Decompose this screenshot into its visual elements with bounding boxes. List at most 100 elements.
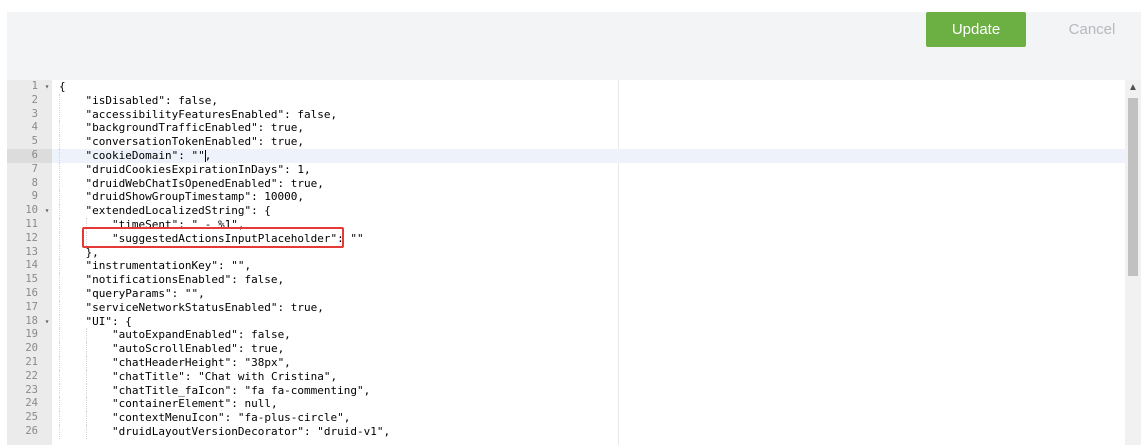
code-text[interactable]: "chatTitle": "Chat with Cristina", <box>112 370 337 384</box>
code-text[interactable]: "UI": { <box>86 315 132 329</box>
code-text[interactable]: "chatTitle_faIcon": "fa fa-commenting", <box>112 384 370 398</box>
line-number: 20 <box>25 342 38 355</box>
code-text[interactable]: "druidWebChatIsOpenedEnabled": true, <box>86 177 324 191</box>
code-text[interactable]: "queryParams": "", <box>86 287 205 301</box>
code-line[interactable]: 18 ▾ "UI": { <box>7 314 1125 329</box>
code-line[interactable]: 7 "druidCookiesExpirationInDays": 1, <box>7 162 1125 177</box>
code-line[interactable]: 19 "autoExpandEnabled": false, <box>7 328 1125 343</box>
code-line[interactable]: 15 "notificationsEnabled": false, <box>7 273 1125 287</box>
fold-toggle-icon[interactable]: ▾ <box>42 315 52 329</box>
line-number: 9 <box>31 190 38 203</box>
code-text[interactable]: "notificationsEnabled": false, <box>86 273 285 287</box>
line-number: 22 <box>25 369 38 382</box>
line-number: 3 <box>31 107 38 120</box>
code-text[interactable]: { <box>59 80 66 94</box>
line-number: 13 <box>25 245 38 258</box>
indent-guide <box>59 383 60 398</box>
update-button[interactable]: Update <box>926 12 1026 47</box>
code-text[interactable]: "autoExpandEnabled": false, <box>112 328 291 342</box>
code-text[interactable]: "containerElement": null, <box>112 397 278 411</box>
code-text[interactable]: "timeSent": " - %1", <box>112 218 244 232</box>
code-text[interactable]: "instrumentationKey": "", <box>86 259 252 273</box>
vertical-scrollbar[interactable]: ▲ <box>1125 80 1141 445</box>
code-text[interactable]: "druidCookiesExpirationInDays": 1, <box>86 163 311 177</box>
code-line[interactable]: 12 "suggestedActionsInputPlaceholder": "" <box>7 231 1125 246</box>
code-text[interactable]: "chatHeaderHeight": "38px", <box>112 356 291 370</box>
code-line[interactable]: 26 "druidLayoutVersionDecorator": "druid-… <box>7 424 1125 439</box>
code-line[interactable]: 25 "contextMenuIcon": "fa-plus-circle", <box>7 411 1125 425</box>
code-line[interactable]: 17 "serviceNetworkStatusEnabled": true, <box>7 300 1125 315</box>
code-line[interactable]: 24 "containerElement": null, <box>7 397 1125 412</box>
code-line[interactable]: 3 "accessibilityFeaturesEnabled": false, <box>7 107 1125 122</box>
code-line[interactable]: 6 "cookieDomain": "", <box>7 148 1125 163</box>
line-number: 15 <box>25 273 38 286</box>
code-text[interactable]: "cookieDomain": "", <box>86 149 212 163</box>
code-line[interactable]: 1 ▾{ <box>7 80 1125 94</box>
indent-guide <box>85 328 87 343</box>
code-line[interactable]: 10 ▾ "extendedLocalizedString": { <box>7 204 1125 218</box>
code-line[interactable]: 2 "isDisabled": false, <box>7 93 1125 108</box>
indent-guide <box>59 245 60 260</box>
code-line[interactable]: 22 "chatTitle": "Chat with Cristina", <box>7 369 1125 384</box>
indent-guide <box>59 286 60 301</box>
indent-guide <box>59 259 60 274</box>
line-number: 26 <box>25 424 38 437</box>
indent-guide <box>59 204 60 218</box>
indent-guide <box>59 135 60 149</box>
indent-guide <box>59 342 60 356</box>
code-line[interactable]: 9 "druidShowGroupTimestamp": 10000, <box>7 190 1125 205</box>
code-text[interactable]: "backgroundTrafficEnabled": true, <box>86 121 305 135</box>
indent-guide <box>59 176 60 191</box>
line-number: 8 <box>31 176 38 189</box>
indent-guide <box>59 162 60 177</box>
code-lines[interactable]: 1 ▾{2 "isDisabled": false, 3 "accessibilityF… <box>7 80 1125 439</box>
scrollbar-thumb[interactable] <box>1128 98 1138 276</box>
scroll-up-arrow-icon[interactable]: ▲ <box>1125 80 1141 96</box>
code-line[interactable]: 4 "backgroundTrafficEnabled": true, <box>7 121 1125 136</box>
code-line[interactable]: 5 "conversationTokenEnabled": true, <box>7 135 1125 149</box>
code-text[interactable]: "contextMenuIcon": "fa-plus-circle", <box>112 411 350 425</box>
line-number: 12 <box>25 231 38 244</box>
code-text[interactable]: "druidShowGroupTimestamp": 10000, <box>86 190 305 204</box>
text-cursor <box>205 149 206 162</box>
indent-guide <box>59 397 60 412</box>
code-line[interactable]: 8 "druidWebChatIsOpenedEnabled": true, <box>7 176 1125 191</box>
code-text[interactable]: "isDisabled": false, <box>86 94 218 108</box>
code-line[interactable]: 21 "chatHeaderHeight": "38px", <box>7 355 1125 370</box>
indent-guide <box>59 424 60 439</box>
indent-guide <box>59 369 60 384</box>
code-line[interactable]: 11 "timeSent": " - %1", <box>7 217 1125 232</box>
code-text[interactable]: }, <box>86 246 99 260</box>
code-line[interactable]: 23 "chatTitle_faIcon": "fa fa-commenting"… <box>7 383 1125 398</box>
indent-guide <box>85 411 87 425</box>
indent-guide <box>59 300 60 315</box>
indent-guide <box>59 355 60 370</box>
indent-guide <box>85 217 87 232</box>
code-line[interactable]: 13}, <box>7 245 1125 260</box>
code-line[interactable]: 20 "autoScrollEnabled": true, <box>7 342 1125 356</box>
indent-guide <box>59 107 60 122</box>
json-code-editor[interactable]: 1 ▾{2 "isDisabled": false, 3 "accessibilityF… <box>7 80 1141 445</box>
indent-guide <box>59 231 60 246</box>
code-text[interactable]: "druidLayoutVersionDecorator": "druid-v1… <box>112 425 390 439</box>
code-text[interactable]: "accessibilityFeaturesEnabled": false, <box>86 108 338 122</box>
code-text[interactable]: "suggestedActionsInputPlaceholder": "" <box>112 232 364 246</box>
code-line[interactable]: 14 "instrumentationKey": "", <box>7 259 1125 274</box>
code-text[interactable]: "serviceNetworkStatusEnabled": true, <box>86 301 324 315</box>
indent-guide <box>85 342 87 356</box>
fold-toggle-icon[interactable]: ▾ <box>42 80 52 94</box>
line-number: 24 <box>25 397 38 410</box>
line-number: 5 <box>31 135 38 148</box>
indent-guide <box>59 148 60 163</box>
code-text[interactable]: "conversationTokenEnabled": true, <box>86 135 305 149</box>
code-text[interactable]: "autoScrollEnabled": true, <box>112 342 284 356</box>
line-number: 2 <box>31 93 38 106</box>
indent-guide <box>85 383 87 398</box>
indent-guide <box>59 217 60 232</box>
code-text[interactable]: "extendedLocalizedString": { <box>86 204 271 218</box>
indent-guide <box>85 355 87 370</box>
line-number: 16 <box>25 286 38 299</box>
code-line[interactable]: 16 "queryParams": "", <box>7 286 1125 301</box>
fold-toggle-icon[interactable]: ▾ <box>42 204 52 218</box>
cancel-button[interactable]: Cancel <box>1047 12 1137 47</box>
